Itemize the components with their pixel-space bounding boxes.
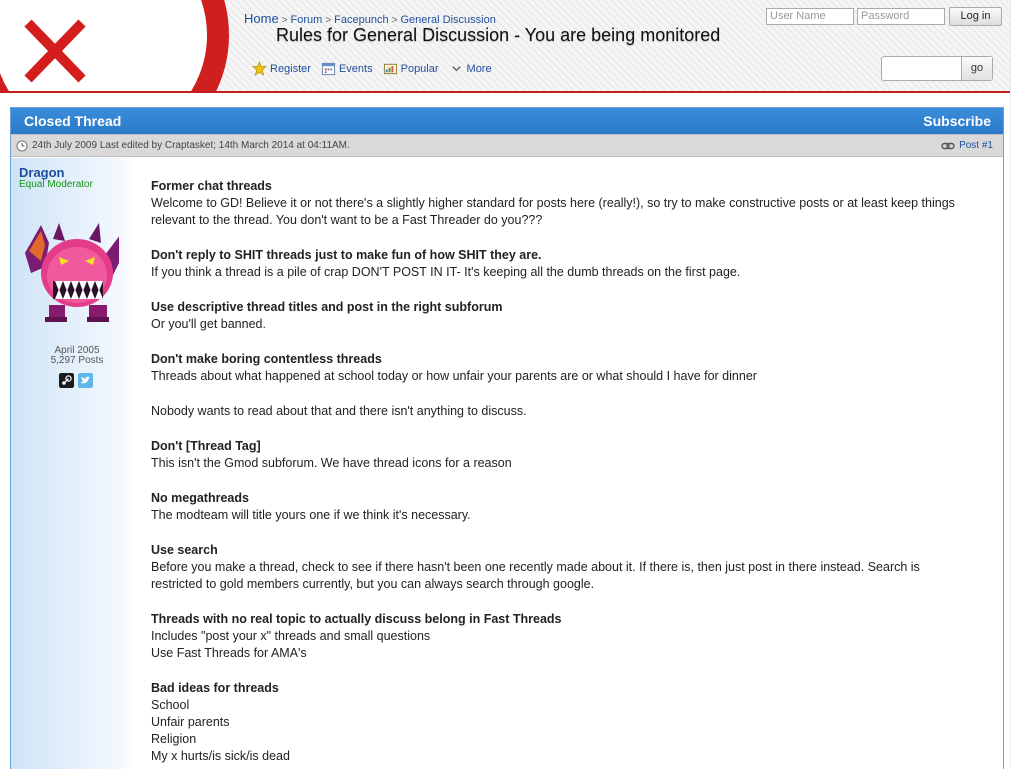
calendar-icon — [321, 62, 336, 76]
popular-icon — [383, 63, 397, 75]
link-icon — [941, 142, 955, 149]
rule-text: Nobody wants to read about that and ther… — [151, 404, 527, 418]
closed-thread-label: Closed Thread — [24, 113, 122, 129]
rule-text: Or you'll get banned. — [151, 317, 266, 331]
star-icon — [252, 61, 267, 76]
rule-heading: Bad ideas for threads — [151, 681, 279, 695]
breadcrumb-home[interactable]: Home — [244, 11, 279, 26]
twitter-icon[interactable] — [78, 373, 93, 388]
password-field[interactable]: Password — [857, 8, 945, 25]
rule-text: Includes "post your x" threads and small… — [151, 629, 431, 643]
rule-heading: Don't reply to SHIT threads just to make… — [151, 248, 542, 262]
thread-container: Closed Thread Subscribe 24th July 2009 L… — [10, 107, 1004, 769]
rule-text: My x hurts/is sick/is dead — [151, 749, 290, 763]
username[interactable]: Dragon — [19, 165, 65, 180]
page-title: Rules for General Discussion - You are b… — [276, 25, 721, 45]
rule-text: Use Fast Threads for AMA's — [151, 646, 307, 660]
rule-text: This isn't the Gmod subforum. We have th… — [151, 456, 512, 470]
rule-block: No megathreads The modteam will title yo… — [151, 490, 971, 524]
rule-heading: Use search — [151, 543, 218, 557]
user-rank: Equal Moderator — [19, 179, 93, 190]
post-number: Post #1 — [959, 140, 993, 151]
avatar[interactable] — [19, 213, 119, 333]
steam-icon[interactable] — [59, 373, 74, 388]
rule-text: Religion — [151, 732, 197, 746]
nav-register[interactable]: Register — [252, 61, 311, 76]
rule-block: Former chat threads Welcome to GD! Belie… — [151, 178, 971, 229]
rule-heading: Use descriptive thread titles and post i… — [151, 300, 503, 314]
nav-more-label: More — [466, 62, 492, 75]
facepunch-logo[interactable] — [0, 0, 230, 91]
rule-text: If you think a thread is a pile of crap … — [151, 265, 741, 279]
clock-icon — [16, 140, 28, 151]
subscribe-button[interactable]: Subscribe — [923, 108, 991, 134]
scrollbar[interactable] — [1010, 0, 1024, 768]
thread-status-bar: Closed Thread Subscribe — [11, 108, 1003, 134]
breadcrumb: Home > Forum > Facepunch > General Discussion — [244, 11, 496, 26]
username-field[interactable]: User Name — [766, 8, 854, 25]
user-info-panel: Dragon Equal Moderator April 2005 5,297 … — [11, 158, 135, 769]
rule-block: Use search Before you make a thread, che… — [151, 542, 971, 593]
rule-block: Don't make boring contentless threads Th… — [151, 351, 971, 385]
chevron-down-icon — [451, 66, 461, 72]
login-button[interactable]: Log in — [949, 7, 1002, 26]
nav-popular[interactable]: Popular — [383, 61, 439, 76]
search-box: go — [881, 56, 993, 81]
post-meta: 24th July 2009 Last edited by Craptasket… — [11, 134, 1003, 157]
rule-text: Welcome to GD! Believe it or not there's… — [151, 196, 955, 227]
nav-popular-label: Popular — [400, 62, 439, 75]
rule-block: Threads with no real topic to actually d… — [151, 611, 971, 662]
rule-block: Don't reply to SHIT threads just to make… — [151, 247, 971, 281]
rule-text: Unfair parents — [151, 715, 230, 729]
rule-heading: Threads with no real topic to actually d… — [151, 612, 562, 626]
rule-text: Before you make a thread, check to see i… — [151, 560, 920, 591]
post-body: Former chat threads Welcome to GD! Belie… — [151, 178, 971, 783]
nav-events[interactable]: Events — [321, 61, 373, 76]
post-date: 24th July 2009 Last edited by Craptasket… — [32, 140, 350, 151]
nav-register-label: Register — [270, 62, 311, 75]
user-socials — [59, 373, 93, 388]
rule-block: Bad ideas for threads School Unfair pare… — [151, 680, 971, 765]
rule-text: School — [151, 698, 190, 712]
nav-events-label: Events — [338, 62, 373, 75]
rule-heading: Don't [Thread Tag] — [151, 439, 261, 453]
rule-block: Nobody wants to read about that and ther… — [151, 403, 971, 420]
search-go-button[interactable]: go — [961, 57, 992, 80]
rule-block: Don't [Thread Tag] This isn't the Gmod s… — [151, 438, 971, 472]
rule-heading: Don't make boring contentless threads — [151, 352, 382, 366]
post-content: Dragon Equal Moderator April 2005 5,297 … — [11, 158, 1003, 769]
user-post-count: 5,297 Posts — [50, 355, 104, 366]
search-input[interactable] — [882, 57, 961, 80]
rule-text: The modteam will title yours one if we t… — [151, 508, 471, 522]
site-header: Home > Forum > Facepunch > General Discussion … — [0, 0, 1011, 93]
nav-more[interactable]: More — [449, 61, 492, 76]
header-nav: Register Events Popular More — [252, 61, 492, 76]
logo-icon — [0, 0, 229, 91]
rule-block: Use descriptive thread titles and post i… — [151, 299, 971, 333]
rule-text: Threads about what happened at school to… — [151, 369, 757, 383]
rule-heading: No megathreads — [151, 491, 249, 505]
post-permalink[interactable]: Post #1 — [941, 140, 993, 151]
rule-heading: Former chat threads — [151, 179, 272, 193]
